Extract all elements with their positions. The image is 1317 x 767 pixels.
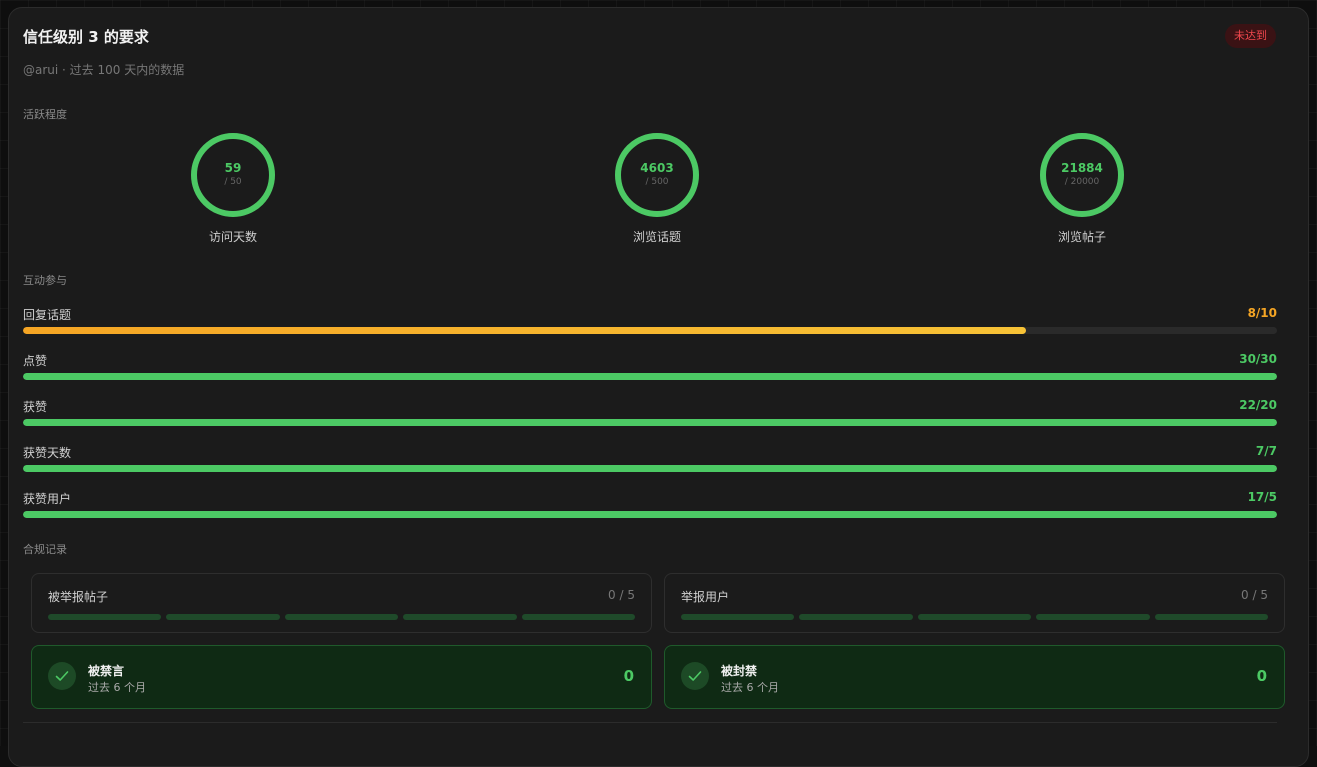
ring-target: / 500 [645, 177, 669, 187]
status-subtitle: 过去 6 个月 [721, 681, 779, 694]
bar-label: 获赞 [23, 400, 48, 414]
bar-liked-users: 获赞用户 17/5 [23, 490, 1277, 520]
segment [521, 614, 636, 620]
bar-liked-days: 获赞天数 7/7 [23, 444, 1277, 474]
card-subtitle: @arui · 过去 100 天内的数据 [23, 63, 185, 77]
progress-fill [23, 511, 1277, 518]
segment [1036, 614, 1150, 620]
segment-bar [681, 614, 1269, 620]
bar-label: 获赞天数 [23, 446, 72, 460]
progress-track [23, 465, 1277, 472]
progress-track [23, 511, 1277, 518]
card-header: 信任级别 3 的要求 未达到 [23, 24, 1276, 48]
bar-replies: 回复话题 8/10 [23, 306, 1277, 336]
ring-target: / 20000 [1064, 177, 1100, 187]
bar-value: 30/30 [1239, 352, 1277, 366]
segment [1154, 614, 1269, 620]
segment [166, 614, 280, 620]
ring-value: 59 [224, 161, 242, 175]
bar-likes-given: 点赞 30/30 [23, 352, 1277, 382]
ring-posts: 21884 / 20000 浏览帖子 [1012, 132, 1152, 245]
bar-value: 8/10 [1247, 306, 1277, 320]
progress-track [23, 419, 1277, 426]
box-title: 被举报帖子 [48, 590, 109, 604]
status-title: 被封禁 [721, 664, 758, 678]
flagged-users-box: 举报用户 0 / 5 [664, 573, 1285, 633]
silenced-status: 被禁言 过去 6 个月 0 [31, 645, 652, 709]
ring-value: 21884 [1061, 161, 1103, 175]
segment [48, 614, 162, 620]
segment [799, 614, 913, 620]
progress-fill [23, 465, 1277, 472]
ring-topics: 4603 / 500 浏览话题 [587, 132, 727, 245]
ring-label: 浏览帖子 [1057, 230, 1106, 244]
bar-value: 7/7 [1255, 444, 1277, 458]
card-title: 信任级别 3 的要求 [23, 28, 149, 46]
status-value: 0 [1256, 667, 1267, 685]
status-badge: 未达到 [1225, 24, 1276, 48]
section-label-activity: 活跃程度 [23, 108, 67, 121]
progress-fill [23, 373, 1277, 380]
flagged-posts-box: 被举报帖子 0 / 5 [31, 573, 652, 633]
ring-chart [191, 133, 275, 217]
segment [681, 614, 795, 620]
suspended-status: 被封禁 过去 6 个月 0 [664, 645, 1285, 709]
segment [917, 614, 1032, 620]
divider [23, 722, 1277, 723]
bar-label: 回复话题 [23, 308, 72, 322]
section-label-compliance: 合规记录 [23, 543, 67, 556]
bar-likes-received: 获赞 22/20 [23, 398, 1277, 428]
box-title: 举报用户 [681, 590, 730, 604]
status-subtitle: 过去 6 个月 [88, 681, 146, 694]
section-label-engagement: 互动参与 [23, 274, 67, 287]
progress-fill [23, 327, 1027, 334]
box-count: 0 / 5 [1241, 588, 1268, 602]
bar-value: 22/20 [1239, 398, 1277, 412]
ring-label: 浏览话题 [632, 230, 681, 244]
ring-visits: 59 / 50 访问天数 [163, 132, 303, 245]
ring-label: 访问天数 [208, 230, 257, 244]
segment [403, 614, 517, 620]
progress-track [23, 327, 1277, 334]
status-title: 被禁言 [88, 664, 125, 678]
segment [284, 614, 399, 620]
status-value: 0 [623, 667, 634, 685]
progress-fill [23, 419, 1277, 426]
ring-chart [1040, 133, 1124, 217]
bar-label: 点赞 [23, 354, 48, 368]
progress-track [23, 373, 1277, 380]
bar-label: 获赞用户 [23, 492, 72, 506]
check-icon [681, 662, 709, 690]
bar-value: 17/5 [1247, 490, 1277, 504]
segment-bar [48, 614, 636, 620]
ring-target: / 50 [224, 177, 242, 187]
ring-value: 4603 [640, 161, 674, 175]
ring-chart [615, 133, 699, 217]
box-count: 0 / 5 [608, 588, 635, 602]
check-icon [48, 662, 76, 690]
